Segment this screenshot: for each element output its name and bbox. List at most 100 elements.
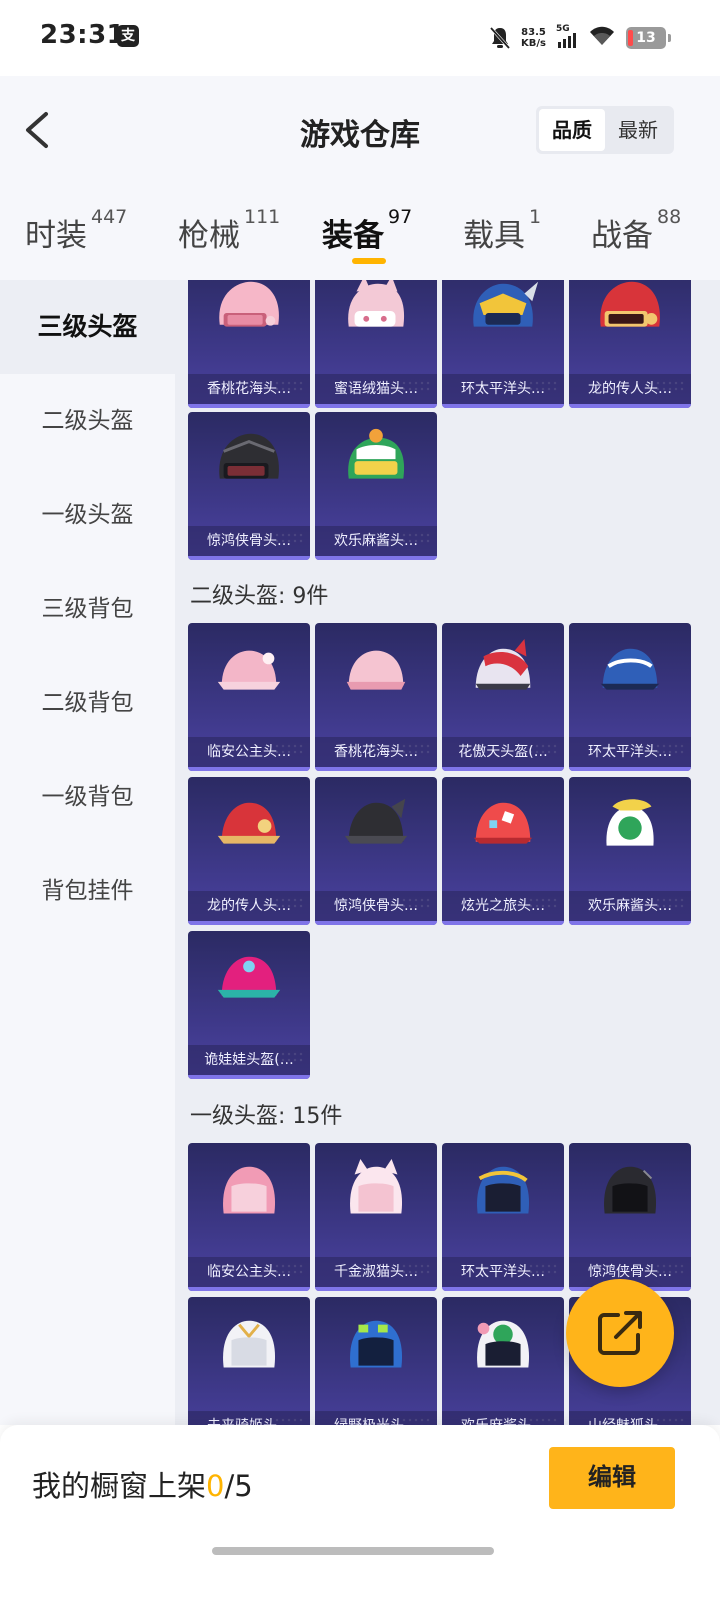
helmet-image — [473, 802, 533, 844]
item-name: 欢乐麻酱头… — [569, 891, 691, 921]
item-card[interactable]: 欢乐麻酱头… — [442, 1297, 564, 1425]
item-card[interactable]: 炫光之旅头… — [442, 777, 564, 925]
item-name: 临安公主头… — [188, 1257, 310, 1287]
battery-low-indicator — [628, 30, 633, 46]
item-name: 惊鸿侠骨头… — [188, 526, 310, 556]
sidebar-item-level2-helmet[interactable]: 二级头盔 — [0, 374, 175, 468]
tab-label: 战备 — [591, 218, 653, 254]
item-card[interactable]: 欢乐麻酱头… — [315, 412, 437, 560]
share-button[interactable] — [566, 1279, 674, 1387]
item-card[interactable]: 未来骑姬头… — [188, 1297, 310, 1425]
sidebar: 三级头盔 二级头盔 一级头盔 三级背包 二级背包 一级背包 背包挂件 — [0, 280, 175, 1425]
status-bar: 23:31 支 83.5 KB/s 5G 13 — [0, 0, 720, 76]
tab-equipment[interactable]: 装备97 — [322, 206, 412, 255]
helmet-image — [606, 799, 654, 846]
helmet-image — [217, 802, 281, 844]
net-speed-value: 83.5 — [521, 27, 546, 38]
tab-label: 时装 — [25, 218, 87, 254]
item-card[interactable]: 绿野极光头… — [315, 1297, 437, 1425]
tab-weapons[interactable]: 枪械111 — [178, 206, 280, 255]
section-title-level1: 一级头盔: 15件 — [190, 1104, 343, 1129]
helmet-image — [477, 1166, 530, 1214]
sidebar-item-level3-backpack[interactable]: 三级背包 — [0, 562, 175, 656]
showcase-label: 我的橱窗上架 — [32, 1469, 207, 1503]
helmet-image — [477, 1320, 530, 1368]
category-tabs: 时装447 枪械111 装备97 载具1 战备88 — [0, 186, 720, 280]
item-name: 未来骑姬头… — [188, 1411, 310, 1425]
status-time: 23:31 — [40, 20, 126, 50]
sort-latest-button[interactable]: 最新 — [605, 109, 671, 151]
tab-supplies[interactable]: 战备88 — [591, 206, 681, 255]
helmet-image — [217, 650, 281, 690]
item-name: 环太平洋头… — [442, 1257, 564, 1287]
item-name: 龙的传人头… — [188, 891, 310, 921]
sidebar-item-backpack-charm[interactable]: 背包挂件 — [0, 844, 175, 938]
item-name: 环太平洋头… — [569, 737, 691, 767]
item-card[interactable]: 欢乐麻酱头… — [569, 777, 691, 925]
showcase-total: /5 — [224, 1469, 253, 1503]
helmet-image — [348, 280, 405, 327]
item-name: 龙的传人头… — [569, 374, 691, 404]
alipay-icon: 支 — [117, 25, 139, 47]
helmet-image — [344, 798, 408, 844]
home-indicator[interactable] — [212, 1547, 494, 1555]
item-name: 蜜语绒猫头… — [315, 374, 437, 404]
tab-count: 1 — [529, 206, 542, 228]
item-card[interactable]: 诡娃娃头盔(… — [188, 931, 310, 1079]
tab-count: 88 — [657, 206, 682, 228]
item-card[interactable]: 花傲天头盔(… — [442, 623, 564, 771]
item-card[interactable]: 惊鸿侠骨头… — [569, 1143, 691, 1291]
item-card[interactable]: 千金淑猫头… — [315, 1143, 437, 1291]
helmet-image — [219, 433, 279, 479]
item-name: 花傲天头盔(… — [442, 737, 564, 767]
item-card[interactable]: 香桃花海头… — [188, 280, 310, 408]
sidebar-item-level2-backpack[interactable]: 二级背包 — [0, 656, 175, 750]
net-speed-unit: KB/s — [521, 38, 546, 49]
item-name: 香桃花海头… — [315, 737, 437, 767]
item-name: 千金淑猫头… — [315, 1257, 437, 1287]
tab-count: 447 — [91, 206, 128, 228]
item-card[interactable]: 龙的传人头… — [188, 777, 310, 925]
item-name: 欢乐麻酱头… — [315, 526, 437, 556]
item-card[interactable]: 蜜语绒猫头… — [315, 280, 437, 408]
tab-count: 111 — [244, 206, 281, 228]
item-card[interactable]: 环太平洋头… — [442, 1143, 564, 1291]
item-card[interactable]: 环太平洋头… — [442, 280, 564, 408]
tab-count: 97 — [388, 206, 413, 228]
item-card[interactable]: 临安公主头… — [188, 1143, 310, 1291]
tab-label: 枪械 — [178, 218, 240, 254]
item-card[interactable]: 惊鸿侠骨头… — [315, 777, 437, 925]
battery-level: 13 — [636, 30, 656, 46]
showcase-status: 我的橱窗上架0/5 — [32, 1463, 253, 1505]
helmet-image — [223, 1166, 276, 1214]
item-card[interactable]: 香桃花海头… — [315, 623, 437, 771]
item-name: 山经魅狐头… — [569, 1411, 691, 1425]
sidebar-item-level1-backpack[interactable]: 一级背包 — [0, 750, 175, 844]
tab-fashion[interactable]: 时装447 — [25, 206, 127, 255]
item-card[interactable]: 临安公主头… — [188, 623, 310, 771]
item-grid: 香桃花海头… 蜜语绒猫头… 环太平洋头… 龙的传人头… 惊鸿侠骨头… 欢乐麻酱头… — [175, 280, 720, 1425]
helmet-image — [604, 1166, 657, 1214]
sort-quality-button[interactable]: 品质 — [539, 109, 605, 151]
share-icon — [598, 1311, 642, 1355]
item-card[interactable]: 龙的传人头… — [569, 280, 691, 408]
item-name: 香桃花海头… — [188, 374, 310, 404]
item-name: 绿野极光头… — [315, 1411, 437, 1425]
edit-button[interactable]: 编辑 — [549, 1447, 675, 1509]
showcase-count: 0 — [206, 1469, 225, 1503]
section-title-level2: 二级头盔: 9件 — [190, 584, 329, 609]
helmet-image — [217, 956, 281, 998]
sidebar-item-level1-helmet[interactable]: 一级头盔 — [0, 468, 175, 562]
helmet-image — [350, 1320, 403, 1368]
helmet-image — [475, 638, 531, 690]
signal-icon: 5G — [556, 24, 578, 50]
sidebar-item-level3-helmet[interactable]: 三级头盔 — [0, 280, 175, 374]
item-card[interactable]: 环太平洋头… — [569, 623, 691, 771]
header: 游戏仓库 品质 最新 — [0, 76, 720, 186]
helmet-image — [219, 281, 279, 327]
helmet-image — [346, 650, 406, 690]
item-name: 临安公主头… — [188, 737, 310, 767]
tab-vehicles[interactable]: 载具1 — [463, 206, 541, 255]
tab-label: 装备 — [322, 218, 384, 254]
item-card[interactable]: 惊鸿侠骨头… — [188, 412, 310, 560]
